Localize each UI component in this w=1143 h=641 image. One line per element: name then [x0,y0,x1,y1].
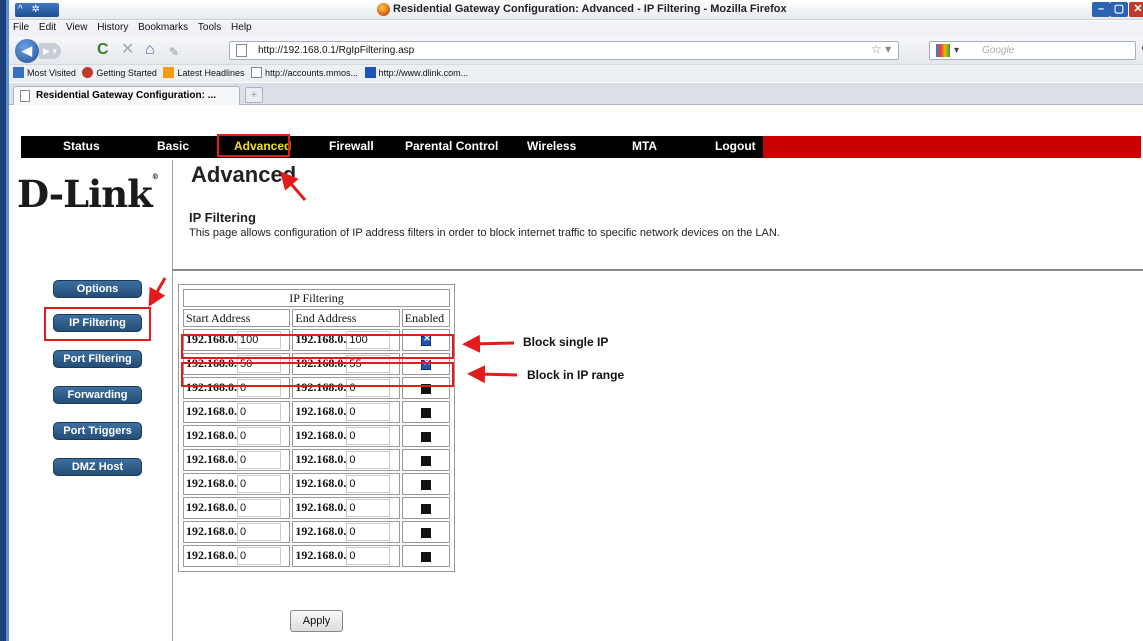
menu-edit[interactable]: Edit [36,21,59,34]
bookmark-folder-icon [13,67,24,78]
reload-icon[interactable]: C [97,41,109,59]
minimize-button[interactable]: – [1092,2,1110,17]
desktop-edge [0,0,9,641]
forward-arrow-icon[interactable]: ▶ ▾ [39,43,61,59]
browser-window: ^ ✲ Residential Gateway Configuration: A… [0,0,1143,641]
window-menu-icon[interactable]: ^ ✲ [15,3,59,17]
menu-file[interactable]: File [10,21,32,34]
menu-help[interactable]: Help [228,21,255,34]
annotation-arrows [148,171,518,384]
tab-strip: Residential Gateway Configuration: ... + [9,83,1143,105]
bookmarks-toolbar: Most Visited Getting Started Latest Head… [9,64,1143,82]
search-input[interactable]: ▾ Google ⚲ [929,41,1143,60]
window-titlebar: ^ ✲ Residential Gateway Configuration: A… [9,0,1143,20]
menu-history[interactable]: History [94,21,131,34]
rss-icon [163,67,175,78]
search-engine-dropdown-icon[interactable]: ▾ [954,42,959,59]
star-icon[interactable]: ☆ ▾ [871,42,891,56]
url-text: http://192.168.0.1/RgIpFiltering.asp [258,45,415,56]
firefox-icon [377,3,390,16]
home-icon[interactable]: ⌂ [145,41,155,59]
tab-gateway-config[interactable]: Residential Gateway Configuration: ... [13,86,240,105]
arrow-to-single-row [462,334,515,353]
close-button[interactable]: ✕ [1129,2,1143,17]
bookmark-most-visited[interactable]: Most Visited [13,65,76,82]
bookmark-getting-started[interactable]: Getting Started [82,65,157,82]
page-icon [251,67,262,78]
arrow-to-range-row [467,365,518,384]
arrow-to-advanced [280,171,307,201]
menu-view[interactable]: View [63,21,91,34]
menu-bar: File Edit View History Bookmarks Tools H… [9,21,1143,37]
page-icon [236,44,247,57]
bookmark-dlink[interactable]: http://www.dlink.com... [364,65,468,82]
search-placeholder: Google [982,45,1015,56]
page-content: Status Basic Advanced Firewall Parental … [9,106,1143,641]
page-icon [20,90,30,102]
google-icon [936,44,950,57]
stop-icon[interactable]: ✕ [121,41,134,59]
firefox-icon [82,67,94,78]
address-bar[interactable]: http://192.168.0.1/RgIpFiltering.asp [229,41,899,60]
bookmark-icon[interactable]: ✎ [169,43,179,61]
arrow-to-ip-filtering [148,277,167,307]
navigation-toolbar: ◀ ▶ ▾ C ✕ ⌂ ✎ http://192.168.0.1/RgIpFil… [9,37,1143,64]
menu-bookmarks[interactable]: Bookmarks [135,21,191,34]
menu-tools[interactable]: Tools [195,21,224,34]
window-title: Residential Gateway Configuration: Advan… [393,3,787,15]
new-tab-button[interactable]: + [245,87,263,103]
bookmark-accounts[interactable]: http://accounts.mmos... [251,65,358,82]
back-arrow-icon[interactable]: ◀ [15,39,39,63]
dlink-icon [364,67,376,78]
bookmark-latest-headlines[interactable]: Latest Headlines [163,65,244,82]
maximize-button[interactable]: ▢ [1110,2,1128,17]
